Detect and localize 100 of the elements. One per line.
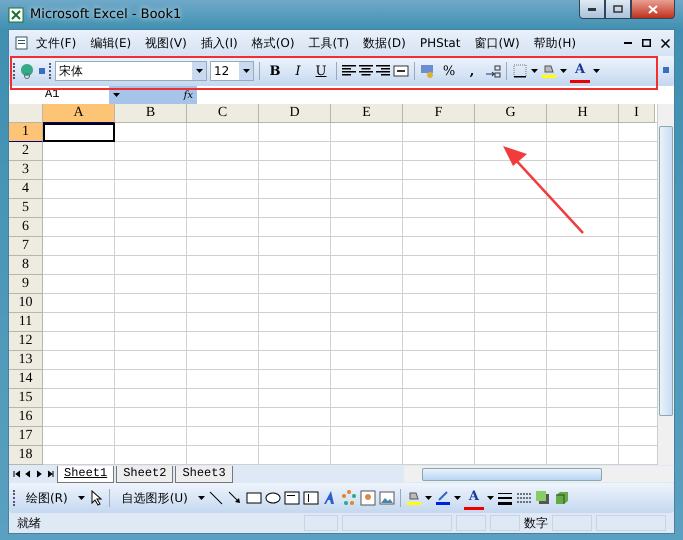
- window-title: Microsoft Excel - Book1: [30, 7, 182, 22]
- font-field[interactable]: 宋体: [55, 61, 207, 81]
- caret-icon[interactable]: [454, 496, 461, 500]
- borders-icon: [512, 63, 528, 79]
- shadow-icon: [534, 490, 551, 506]
- row-header[interactable]: 7: [9, 237, 43, 256]
- menu-item[interactable]: 工具(T): [302, 32, 356, 54]
- italic-button[interactable]: I: [288, 61, 308, 81]
- column-header[interactable]: I: [619, 104, 655, 123]
- menu-item[interactable]: 编辑(E): [83, 32, 138, 54]
- column-header[interactable]: H: [547, 104, 619, 123]
- caret-icon[interactable]: [531, 69, 538, 73]
- close-icon[interactable]: [661, 38, 670, 48]
- menu-item[interactable]: 帮助(H): [526, 32, 584, 54]
- caret-icon[interactable]: [424, 496, 432, 500]
- font-size-field[interactable]: 12: [210, 61, 254, 81]
- text-box-icon: [284, 490, 300, 506]
- currency-icon: [420, 63, 436, 79]
- font-color-button[interactable]: A: [570, 60, 590, 82]
- column-header[interactable]: G: [475, 104, 547, 123]
- vertical-text-icon: [302, 490, 319, 506]
- row-header[interactable]: 5: [9, 199, 43, 218]
- column-header[interactable]: B: [115, 104, 187, 123]
- merge-center-icon: [393, 63, 409, 79]
- row-header[interactable]: 11: [9, 313, 43, 332]
- oval-icon: [264, 490, 281, 506]
- menu-item[interactable]: 视图(V): [138, 32, 194, 54]
- sheet-tab[interactable]: Sheet2: [116, 466, 174, 482]
- row-header[interactable]: 6: [9, 218, 43, 237]
- line-icon: [208, 490, 224, 506]
- menu-item[interactable]: PHStat: [412, 34, 468, 52]
- decimal-icon: [485, 63, 501, 79]
- row-header[interactable]: 8: [9, 256, 43, 275]
- row-header[interactable]: 15: [9, 389, 43, 408]
- align-left-icon[interactable]: [342, 65, 356, 77]
- column-header[interactable]: F: [403, 104, 475, 123]
- caret-icon[interactable]: [242, 69, 250, 73]
- status-text: 就绪: [17, 514, 41, 532]
- diagram-icon: [340, 490, 357, 506]
- maximize-button[interactable]: [605, 0, 631, 19]
- row-header[interactable]: 1: [9, 123, 43, 142]
- menu-item[interactable]: 窗口(W): [467, 32, 527, 54]
- minimize-button[interactable]: [579, 0, 605, 19]
- draw-menu[interactable]: 绘图(R): [19, 488, 75, 508]
- underline-button[interactable]: U: [311, 61, 331, 81]
- align-center-icon[interactable]: [359, 65, 373, 77]
- row-header[interactable]: 12: [9, 332, 43, 351]
- caret-icon[interactable]: [78, 496, 85, 500]
- row-header[interactable]: 13: [9, 351, 43, 370]
- row-header[interactable]: 3: [9, 161, 43, 180]
- row-header[interactable]: 2: [9, 142, 43, 161]
- row-header[interactable]: 10: [9, 294, 43, 313]
- line-color-icon: [434, 490, 451, 506]
- caret-icon[interactable]: [593, 69, 600, 73]
- caret-icon[interactable]: [196, 69, 202, 73]
- row-header[interactable]: 17: [9, 427, 43, 446]
- sheet-tab[interactable]: Sheet1: [57, 466, 114, 482]
- menu-item[interactable]: 插入(I): [194, 32, 245, 54]
- column-header[interactable]: C: [187, 104, 259, 123]
- selected-cell[interactable]: [43, 123, 115, 142]
- close-button[interactable]: [631, 0, 675, 19]
- row-header[interactable]: 9: [9, 275, 43, 294]
- excel-logo-icon: [8, 6, 24, 22]
- caret-icon[interactable]: [560, 69, 567, 73]
- line-style-icon: [496, 490, 513, 506]
- row-header[interactable]: 4: [9, 180, 43, 199]
- column-header[interactable]: A: [43, 104, 115, 123]
- caret-icon[interactable]: [486, 496, 494, 500]
- function-label[interactable]: fx: [184, 90, 193, 100]
- maximize-icon: [613, 5, 623, 13]
- column-header[interactable]: D: [259, 104, 331, 123]
- column-header[interactable]: E: [331, 104, 403, 123]
- sheet-nav-icon[interactable]: [13, 470, 22, 478]
- menu-item[interactable]: 文件(F): [29, 32, 84, 54]
- fill-color-icon: [541, 63, 557, 79]
- num-lock-indicator: 数字: [524, 514, 548, 532]
- arrow-icon: [226, 490, 243, 506]
- vertical-scrollbar[interactable]: [657, 104, 674, 465]
- workbook-icon: [13, 35, 29, 51]
- comma-button[interactable]: ,: [462, 61, 482, 81]
- restore-icon[interactable]: [642, 39, 651, 47]
- 3d-icon: [554, 490, 570, 506]
- font-color-button[interactable]: A: [464, 486, 484, 510]
- globe-link-icon: [19, 63, 35, 79]
- menu-item[interactable]: 格式(O): [244, 32, 302, 54]
- bold-button[interactable]: B: [265, 61, 285, 81]
- clip-art-icon: [360, 490, 376, 506]
- sheet-nav-icon[interactable]: [46, 470, 55, 478]
- row-header[interactable]: 18: [9, 446, 43, 465]
- autoshapes-menu[interactable]: 自选图形(U): [114, 488, 195, 508]
- percent-button[interactable]: %: [439, 61, 459, 81]
- align-right-icon[interactable]: [376, 65, 390, 77]
- sheet-tab[interactable]: Sheet3: [175, 466, 233, 482]
- rectangle-icon: [246, 490, 262, 506]
- horizontal-scrollbar[interactable]: [404, 466, 674, 482]
- caret-icon[interactable]: [198, 496, 205, 500]
- caret-icon[interactable]: [113, 93, 120, 97]
- row-header[interactable]: 14: [9, 370, 43, 389]
- menu-item[interactable]: 数据(D): [356, 32, 413, 54]
- row-header[interactable]: 16: [9, 408, 43, 427]
